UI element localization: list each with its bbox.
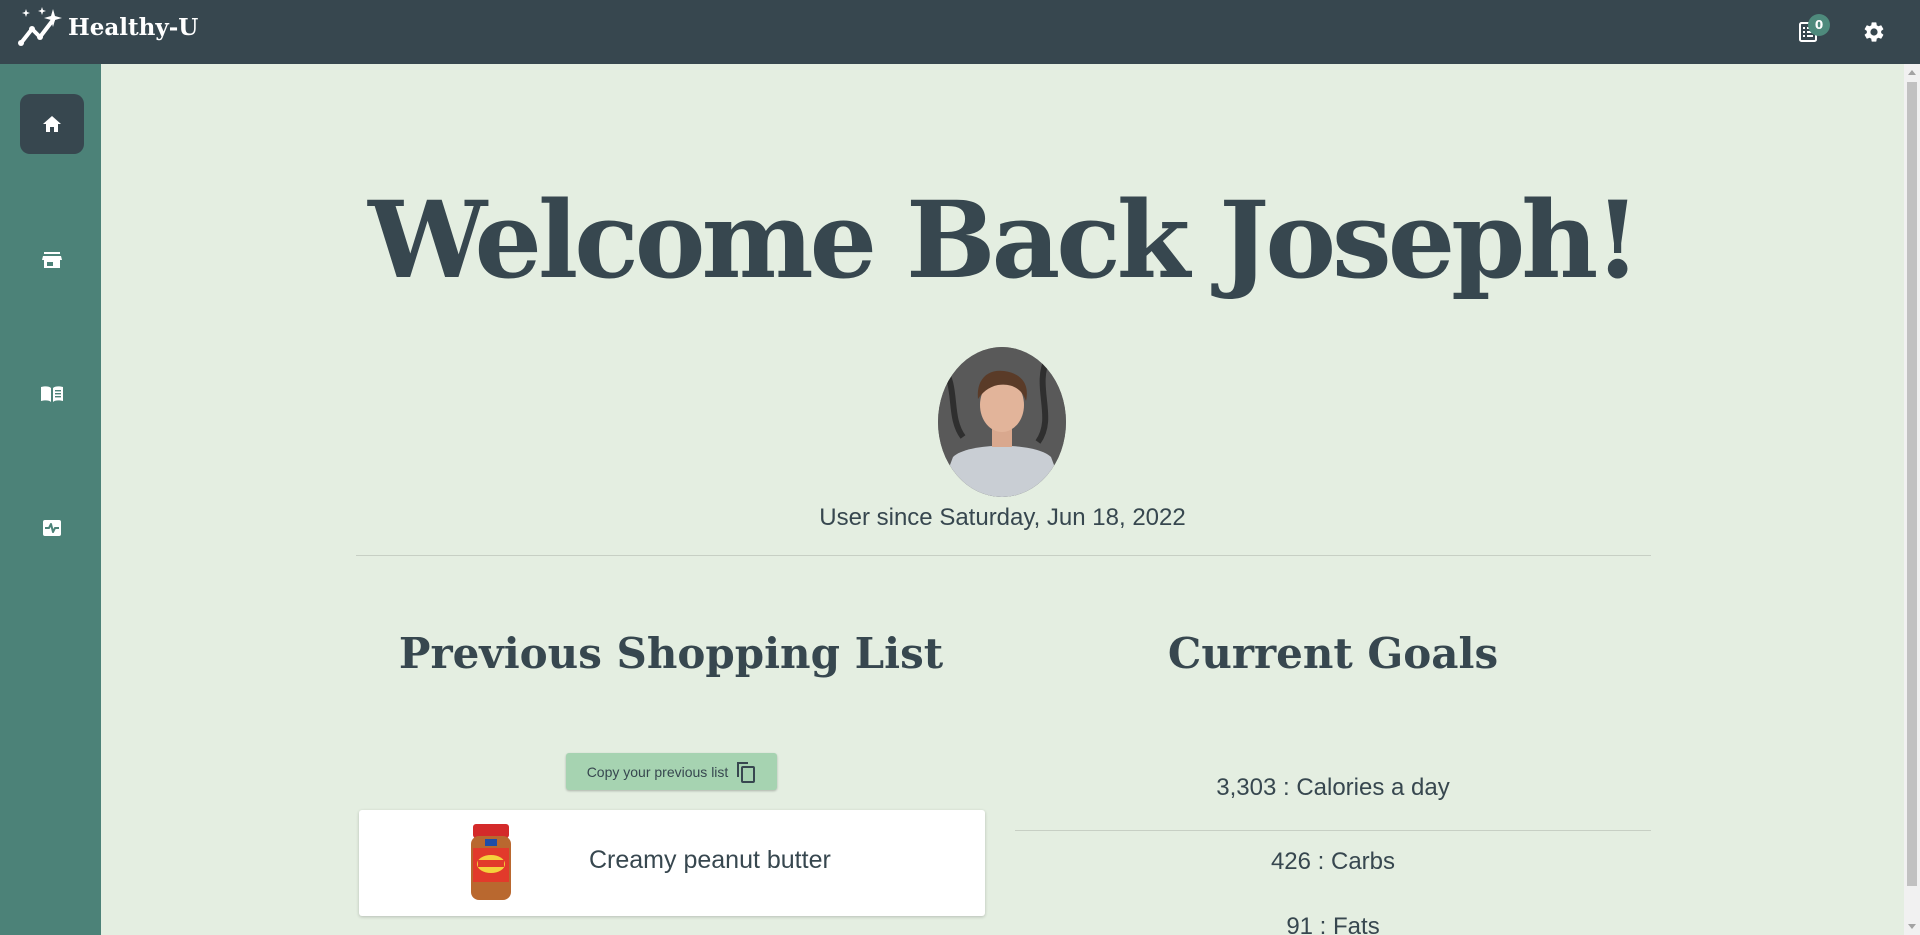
copy-list-label: Copy your previous list xyxy=(586,763,729,780)
sidebar-item-recipes[interactable] xyxy=(20,364,84,424)
goal-carbs: 426 : Carbs xyxy=(1270,848,1396,875)
home-icon xyxy=(43,116,61,132)
divider xyxy=(356,555,1651,556)
brand-name: Healthy-U xyxy=(68,13,199,41)
goal-divider xyxy=(1015,830,1651,831)
goal-fats: 91 : Fats xyxy=(1286,913,1380,935)
user-since-text: User since Saturday, Jun 18, 2022 xyxy=(819,504,1186,531)
shopping-list-button[interactable]: 0 xyxy=(1788,12,1830,52)
store-icon xyxy=(42,252,62,268)
list-item-label: Creamy peanut butter xyxy=(589,846,831,874)
sidebar-item-home[interactable] xyxy=(20,94,84,154)
scroll-thumb[interactable] xyxy=(1907,82,1917,886)
scroll-down-arrow[interactable] xyxy=(1908,924,1916,929)
header-actions: 0 xyxy=(1788,12,1894,52)
sparkle-trend-icon xyxy=(18,7,62,46)
scroll-up-arrow[interactable] xyxy=(1908,70,1916,75)
health-monitor-icon xyxy=(43,520,61,536)
copy-list-button[interactable]: Copy your previous list xyxy=(566,753,777,790)
top-app-bar: Healthy-U 0 xyxy=(0,0,1920,64)
list-item[interactable]: Creamy peanut butter xyxy=(359,810,985,916)
settings-button[interactable] xyxy=(1854,12,1894,52)
main-content: Welcome Back Joseph! User since Saturday… xyxy=(101,64,1904,935)
goal-calories: 3,303 : Calories a day xyxy=(1216,774,1450,801)
sidebar-item-store[interactable] xyxy=(20,230,84,290)
user-photo xyxy=(938,347,1066,497)
peanut-butter-jar-image xyxy=(471,824,511,900)
sidebar-item-health[interactable] xyxy=(20,498,84,558)
book-icon xyxy=(41,386,63,402)
gear-icon xyxy=(1864,22,1884,42)
shopping-list-title: Previous Shopping List xyxy=(398,629,944,678)
cart-count-badge: 0 xyxy=(1808,14,1830,36)
page-title: Welcome Back Joseph! xyxy=(368,177,1641,302)
copy-icon xyxy=(737,761,756,783)
sidebar xyxy=(0,64,101,935)
brand[interactable]: Healthy-U xyxy=(18,7,198,47)
scrollbar[interactable] xyxy=(1904,64,1920,935)
goals-title: Current Goals xyxy=(1167,629,1499,678)
avatar xyxy=(938,347,1066,497)
